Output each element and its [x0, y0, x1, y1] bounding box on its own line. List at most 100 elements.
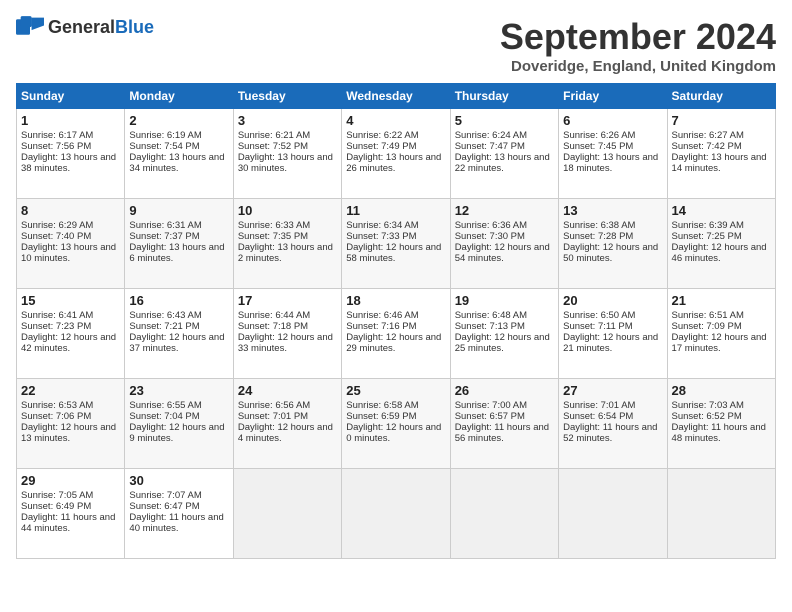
day-of-week-header: Monday [125, 84, 233, 109]
location: Doveridge, England, United Kingdom [500, 58, 776, 75]
sunset-time: Sunset: 7:23 PM [21, 321, 120, 332]
calendar-cell: 17Sunrise: 6:44 AMSunset: 7:18 PMDayligh… [233, 289, 341, 379]
daylight-hours: Daylight: 12 hours and 29 minutes. [346, 332, 445, 354]
daylight-hours: Daylight: 12 hours and 25 minutes. [455, 332, 554, 354]
daylight-hours: Daylight: 12 hours and 58 minutes. [346, 242, 445, 264]
calendar-cell: 28 Sunrise: 7:03 AMSunset: 6:52 PMDayligh… [667, 379, 775, 469]
sunset-time: Sunset: 6:57 PM [455, 411, 554, 422]
sunrise-time: Sunrise: 6:22 AM [346, 130, 445, 141]
daylight-hours: Daylight: 13 hours and 22 minutes. [455, 152, 554, 174]
sunrise-time: Sunrise: 6:34 AM [346, 220, 445, 231]
day-number: 9 [129, 203, 228, 218]
calendar-cell: 11Sunrise: 6:34 AMSunset: 7:33 PMDayligh… [342, 199, 450, 289]
daylight-hours: Daylight: 13 hours and 34 minutes. [129, 152, 228, 174]
logo-text-general: General [48, 17, 115, 37]
calendar-cell [233, 469, 341, 559]
sunset-time: Sunset: 7:25 PM [672, 231, 771, 242]
sunrise-time: Sunrise: 7:05 AM [21, 490, 120, 501]
calendar-header-row: SundayMondayTuesdayWednesdayThursdayFrid… [17, 84, 776, 109]
day-number: 8 [21, 203, 120, 218]
daylight-hours: Daylight: 11 hours and 40 minutes. [129, 512, 228, 534]
logo-icon [16, 16, 44, 38]
daylight-hours: Daylight: 13 hours and 26 minutes. [346, 152, 445, 174]
day-number: 18 [346, 293, 445, 308]
daylight-hours: Daylight: 12 hours and 33 minutes. [238, 332, 337, 354]
calendar-table: SundayMondayTuesdayWednesdayThursdayFrid… [16, 83, 776, 559]
day-number: 14 [672, 203, 771, 218]
sunrise-time: Sunrise: 6:26 AM [563, 130, 662, 141]
daylight-hours: Daylight: 12 hours and 46 minutes. [672, 242, 771, 264]
day-number: 30 [129, 473, 228, 488]
day-number: 16 [129, 293, 228, 308]
sunrise-time: Sunrise: 6:53 AM [21, 400, 120, 411]
calendar-cell: 3Sunrise: 6:21 AMSunset: 7:52 PMDaylight… [233, 109, 341, 199]
day-number: 28 [672, 383, 771, 398]
sunrise-time: Sunrise: 7:00 AM [455, 400, 554, 411]
sunset-time: Sunset: 7:47 PM [455, 141, 554, 152]
sunrise-time: Sunrise: 6:56 AM [238, 400, 337, 411]
calendar-cell: 6Sunrise: 6:26 AMSunset: 7:45 PMDaylight… [559, 109, 667, 199]
sunset-time: Sunset: 6:47 PM [129, 501, 228, 512]
sunrise-time: Sunrise: 6:31 AM [129, 220, 228, 231]
daylight-hours: Daylight: 13 hours and 18 minutes. [563, 152, 662, 174]
sunset-time: Sunset: 7:28 PM [563, 231, 662, 242]
calendar-cell: 4Sunrise: 6:22 AMSunset: 7:49 PMDaylight… [342, 109, 450, 199]
calendar-cell: 18Sunrise: 6:46 AMSunset: 7:16 PMDayligh… [342, 289, 450, 379]
day-number: 25 [346, 383, 445, 398]
calendar-week-row: 15Sunrise: 6:41 AMSunset: 7:23 PMDayligh… [17, 289, 776, 379]
sunset-time: Sunset: 7:21 PM [129, 321, 228, 332]
daylight-hours: Daylight: 12 hours and 13 minutes. [21, 422, 120, 444]
day-number: 12 [455, 203, 554, 218]
calendar-cell: 5 Sunrise: 6:24 AMSunset: 7:47 PMDaylight… [450, 109, 558, 199]
daylight-hours: Daylight: 11 hours and 48 minutes. [672, 422, 771, 444]
header: GeneralBlue September 2024 Doveridge, En… [16, 16, 776, 75]
sunrise-time: Sunrise: 6:36 AM [455, 220, 554, 231]
title-area: September 2024 Doveridge, England, Unite… [500, 16, 776, 75]
daylight-hours: Daylight: 13 hours and 6 minutes. [129, 242, 228, 264]
daylight-hours: Daylight: 13 hours and 10 minutes. [21, 242, 120, 264]
calendar-cell: 19Sunrise: 6:48 AMSunset: 7:13 PMDayligh… [450, 289, 558, 379]
calendar-week-row: 1Sunrise: 6:17 AMSunset: 7:56 PMDaylight… [17, 109, 776, 199]
calendar-cell: 9Sunrise: 6:31 AMSunset: 7:37 PMDaylight… [125, 199, 233, 289]
month-year: September 2024 [500, 16, 776, 58]
daylight-hours: Daylight: 11 hours and 56 minutes. [455, 422, 554, 444]
calendar-cell: 10Sunrise: 6:33 AMSunset: 7:35 PMDayligh… [233, 199, 341, 289]
sunrise-time: Sunrise: 6:38 AM [563, 220, 662, 231]
sunset-time: Sunset: 7:35 PM [238, 231, 337, 242]
day-number: 24 [238, 383, 337, 398]
day-number: 27 [563, 383, 662, 398]
calendar-cell: 25 Sunrise: 6:58 AMSunset: 6:59 PMDayligh… [342, 379, 450, 469]
day-of-week-header: Thursday [450, 84, 558, 109]
sunrise-time: Sunrise: 6:21 AM [238, 130, 337, 141]
sunset-time: Sunset: 6:59 PM [346, 411, 445, 422]
sunset-time: Sunset: 7:01 PM [238, 411, 337, 422]
day-number: 6 [563, 113, 662, 128]
day-number: 20 [563, 293, 662, 308]
daylight-hours: Daylight: 13 hours and 2 minutes. [238, 242, 337, 264]
sunrise-time: Sunrise: 7:07 AM [129, 490, 228, 501]
sunrise-time: Sunrise: 6:44 AM [238, 310, 337, 321]
daylight-hours: Daylight: 12 hours and 37 minutes. [129, 332, 228, 354]
sunrise-time: Sunrise: 6:46 AM [346, 310, 445, 321]
day-number: 19 [455, 293, 554, 308]
daylight-hours: Daylight: 12 hours and 50 minutes. [563, 242, 662, 264]
day-number: 5 [455, 113, 554, 128]
sunrise-time: Sunrise: 6:41 AM [21, 310, 120, 321]
calendar-cell: 13Sunrise: 6:38 AMSunset: 7:28 PMDayligh… [559, 199, 667, 289]
sunrise-time: Sunrise: 6:29 AM [21, 220, 120, 231]
sunrise-time: Sunrise: 6:27 AM [672, 130, 771, 141]
sunset-time: Sunset: 6:52 PM [672, 411, 771, 422]
daylight-hours: Daylight: 12 hours and 17 minutes. [672, 332, 771, 354]
sunrise-time: Sunrise: 6:33 AM [238, 220, 337, 231]
daylight-hours: Daylight: 12 hours and 0 minutes. [346, 422, 445, 444]
sunset-time: Sunset: 7:11 PM [563, 321, 662, 332]
calendar-cell: 27Sunrise: 7:01 AMSunset: 6:54 PMDayligh… [559, 379, 667, 469]
sunrise-time: Sunrise: 7:03 AM [672, 400, 771, 411]
sunset-time: Sunset: 7:42 PM [672, 141, 771, 152]
sunrise-time: Sunrise: 6:51 AM [672, 310, 771, 321]
sunrise-time: Sunrise: 6:24 AM [455, 130, 554, 141]
calendar-cell [450, 469, 558, 559]
calendar-cell: 21Sunrise: 6:51 AMSunset: 7:09 PMDayligh… [667, 289, 775, 379]
sunrise-time: Sunrise: 6:58 AM [346, 400, 445, 411]
day-number: 3 [238, 113, 337, 128]
